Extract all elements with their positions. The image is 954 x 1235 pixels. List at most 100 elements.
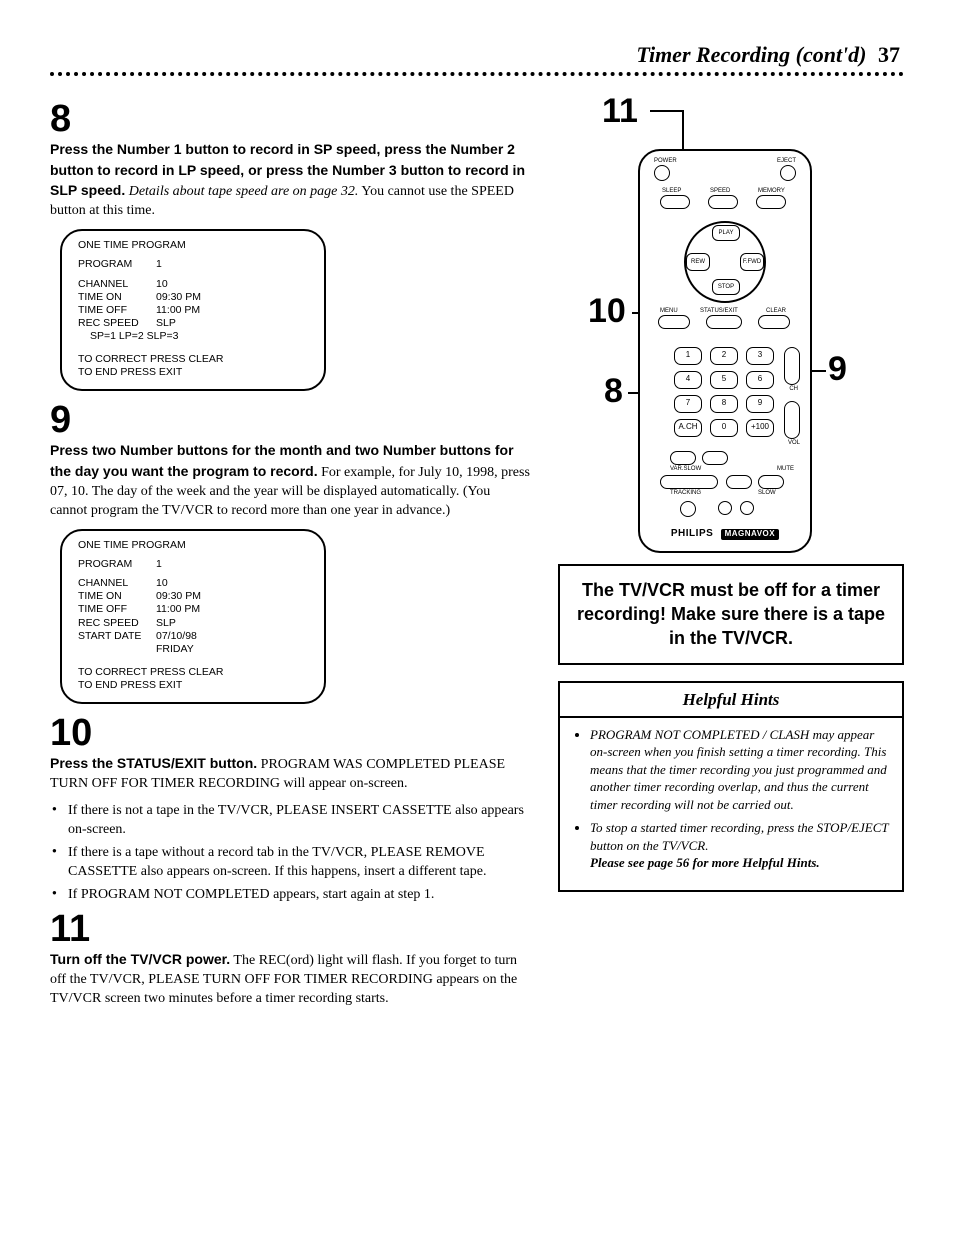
- notice-box: The TV/VCR must be off for a timer recor…: [558, 564, 904, 665]
- bottom-btn-2-icon: [718, 501, 732, 515]
- label-tracking: TRACKING: [670, 489, 701, 497]
- num-5-icon: 5: [710, 371, 738, 389]
- label-ch: CH: [789, 385, 798, 393]
- osd1-off-k: TIME OFF: [78, 304, 156, 317]
- osd1-foot2: TO END PRESS EXIT: [78, 366, 308, 379]
- hint-1: PROGRAM NOT COMPLETED / CLASH may appear…: [590, 726, 890, 814]
- helpful-hints-box: Helpful Hints PROGRAM NOT COMPLETED / CL…: [558, 681, 904, 892]
- header-title: Timer Recording (cont'd): [636, 42, 866, 67]
- label-sleep: SLEEP: [662, 187, 681, 195]
- osd2-on-v: 09:30 PM: [156, 590, 201, 603]
- step8-body: Press the Number 1 button to record in S…: [50, 140, 530, 222]
- tracking-rocker-icon: [660, 475, 718, 489]
- osd2-channel-v: 10: [156, 577, 168, 590]
- osd2-off-v: 11:00 PM: [156, 603, 200, 616]
- osd-screen-1: ONE TIME PROGRAM PROGRAM1 CHANNEL10 TIME…: [60, 229, 326, 391]
- label-eject: EJECT: [777, 157, 796, 165]
- num-0-icon: 0: [710, 419, 738, 437]
- step11-lead: Turn off the TV/VCR power.: [50, 951, 230, 967]
- osd2-speed-k: REC SPEED: [78, 617, 156, 630]
- page-header: Timer Recording (cont'd) 37: [50, 40, 904, 70]
- osd1-title: ONE TIME PROGRAM: [78, 239, 308, 252]
- remote-figure: 11 10 8 9 POWER EJECT SLEEP SPEED MEMORY: [558, 94, 904, 564]
- step9-body: Press two Number buttons for the month a…: [50, 441, 530, 521]
- label-vol: VOL: [788, 439, 800, 447]
- brand-label: PHILIPS MAGNAVOX: [640, 527, 810, 541]
- hints-seemore: Please see page 56 for more Helpful Hint…: [590, 855, 820, 870]
- step8-detail-ital: Details about tape speed are on page 32.: [129, 184, 359, 199]
- osd1-foot1: TO CORRECT PRESS CLEAR: [78, 353, 308, 366]
- osd2-foot1: TO CORRECT PRESS CLEAR: [78, 666, 308, 679]
- lower-1-icon: [670, 451, 696, 465]
- plus100-button-icon: +100: [746, 419, 774, 437]
- num-3-icon: 3: [746, 347, 774, 365]
- remote-body: POWER EJECT SLEEP SPEED MEMORY PLAY REW …: [638, 149, 812, 553]
- num-4-icon: 4: [674, 371, 702, 389]
- osd1-channel-k: CHANNEL: [78, 278, 156, 291]
- step10-lead: Press the STATUS/EXIT button.: [50, 755, 257, 771]
- lower-2-icon: [702, 451, 728, 465]
- eject-button-icon: [780, 165, 796, 181]
- callout-8: 8: [604, 374, 623, 408]
- status-exit-button-icon: [706, 315, 742, 329]
- osd2-date-v: 07/10/98: [156, 630, 197, 643]
- step10-b1: If there is not a tape in the TV/VCR, PL…: [50, 802, 530, 840]
- step11-body: Turn off the TV/VCR power. The REC(ord) …: [50, 950, 530, 1009]
- step8-number: 8: [50, 100, 530, 138]
- rew-button-icon: REW: [686, 253, 710, 271]
- bottom-btn-3-icon: [740, 501, 754, 515]
- osd2-title: ONE TIME PROGRAM: [78, 539, 308, 552]
- hint-2-text: To stop a started timer recording, press…: [590, 820, 888, 853]
- page-number: 37: [878, 42, 900, 67]
- num-6-icon: 6: [746, 371, 774, 389]
- osd1-off-v: 11:00 PM: [156, 304, 200, 317]
- step10-number: 10: [50, 714, 530, 752]
- step11-number: 11: [50, 910, 530, 948]
- play-button-icon: PLAY: [712, 225, 740, 241]
- osd1-speed-v: SLP: [156, 317, 176, 330]
- osd2-foot2: TO END PRESS EXIT: [78, 679, 308, 692]
- num-7-icon: 7: [674, 395, 702, 413]
- num-1-icon: 1: [674, 347, 702, 365]
- step10-b2: If there is a tape without a record tab …: [50, 844, 530, 882]
- left-column: 8 Press the Number 1 button to record in…: [50, 94, 530, 1017]
- power-button-icon: [654, 165, 670, 181]
- label-memory: MEMORY: [758, 187, 785, 195]
- label-menu: MENU: [660, 307, 678, 315]
- osd1-program-k: PROGRAM: [78, 258, 156, 271]
- label-power: POWER: [654, 157, 677, 165]
- clear-button-icon: [758, 315, 790, 329]
- label-clear: CLEAR: [766, 307, 786, 315]
- osd1-program-v: 1: [156, 258, 162, 271]
- osd1-on-v: 09:30 PM: [156, 291, 201, 304]
- num-2-icon: 2: [710, 347, 738, 365]
- hint-2: To stop a started timer recording, press…: [590, 819, 890, 872]
- step10-b3: If PROGRAM NOT COMPLETED appears, start …: [50, 886, 530, 905]
- sleep-button-icon: [660, 195, 690, 209]
- ch-rocker-icon: [784, 347, 800, 385]
- dotted-rule: [50, 72, 904, 76]
- hints-title: Helpful Hints: [560, 683, 902, 718]
- step9-number: 9: [50, 401, 530, 439]
- label-mute: MUTE: [777, 465, 794, 473]
- osd2-on-k: TIME ON: [78, 590, 156, 603]
- osd-screen-2: ONE TIME PROGRAM PROGRAM1 CHANNEL10 TIME…: [60, 529, 326, 704]
- step10-bullets: If there is not a tape in the TV/VCR, PL…: [50, 802, 530, 904]
- osd1-speed-k: REC SPEED: [78, 317, 156, 330]
- callout-9: 9: [828, 352, 847, 386]
- osd2-program-k: PROGRAM: [78, 558, 156, 571]
- osd2-speed-v: SLP: [156, 617, 176, 630]
- brand-philips: PHILIPS: [671, 528, 713, 539]
- mute-button-icon: [758, 475, 784, 489]
- brand-magnavox: MAGNAVOX: [721, 529, 780, 540]
- step10-body: Press the STATUS/EXIT button. PROGRAM WA…: [50, 754, 530, 794]
- memory-button-icon: [756, 195, 786, 209]
- osd1-on-k: TIME ON: [78, 291, 156, 304]
- label-slow: SLOW: [758, 489, 776, 497]
- osd2-date-k: START DATE: [78, 630, 156, 643]
- vol-rocker-icon: [784, 401, 800, 439]
- label-status: STATUS/EXIT: [700, 307, 738, 315]
- bottom-btn-1-icon: [680, 501, 696, 517]
- osd1-speed-opts: SP=1 LP=2 SLP=3: [78, 330, 308, 343]
- slow-button-icon: [726, 475, 752, 489]
